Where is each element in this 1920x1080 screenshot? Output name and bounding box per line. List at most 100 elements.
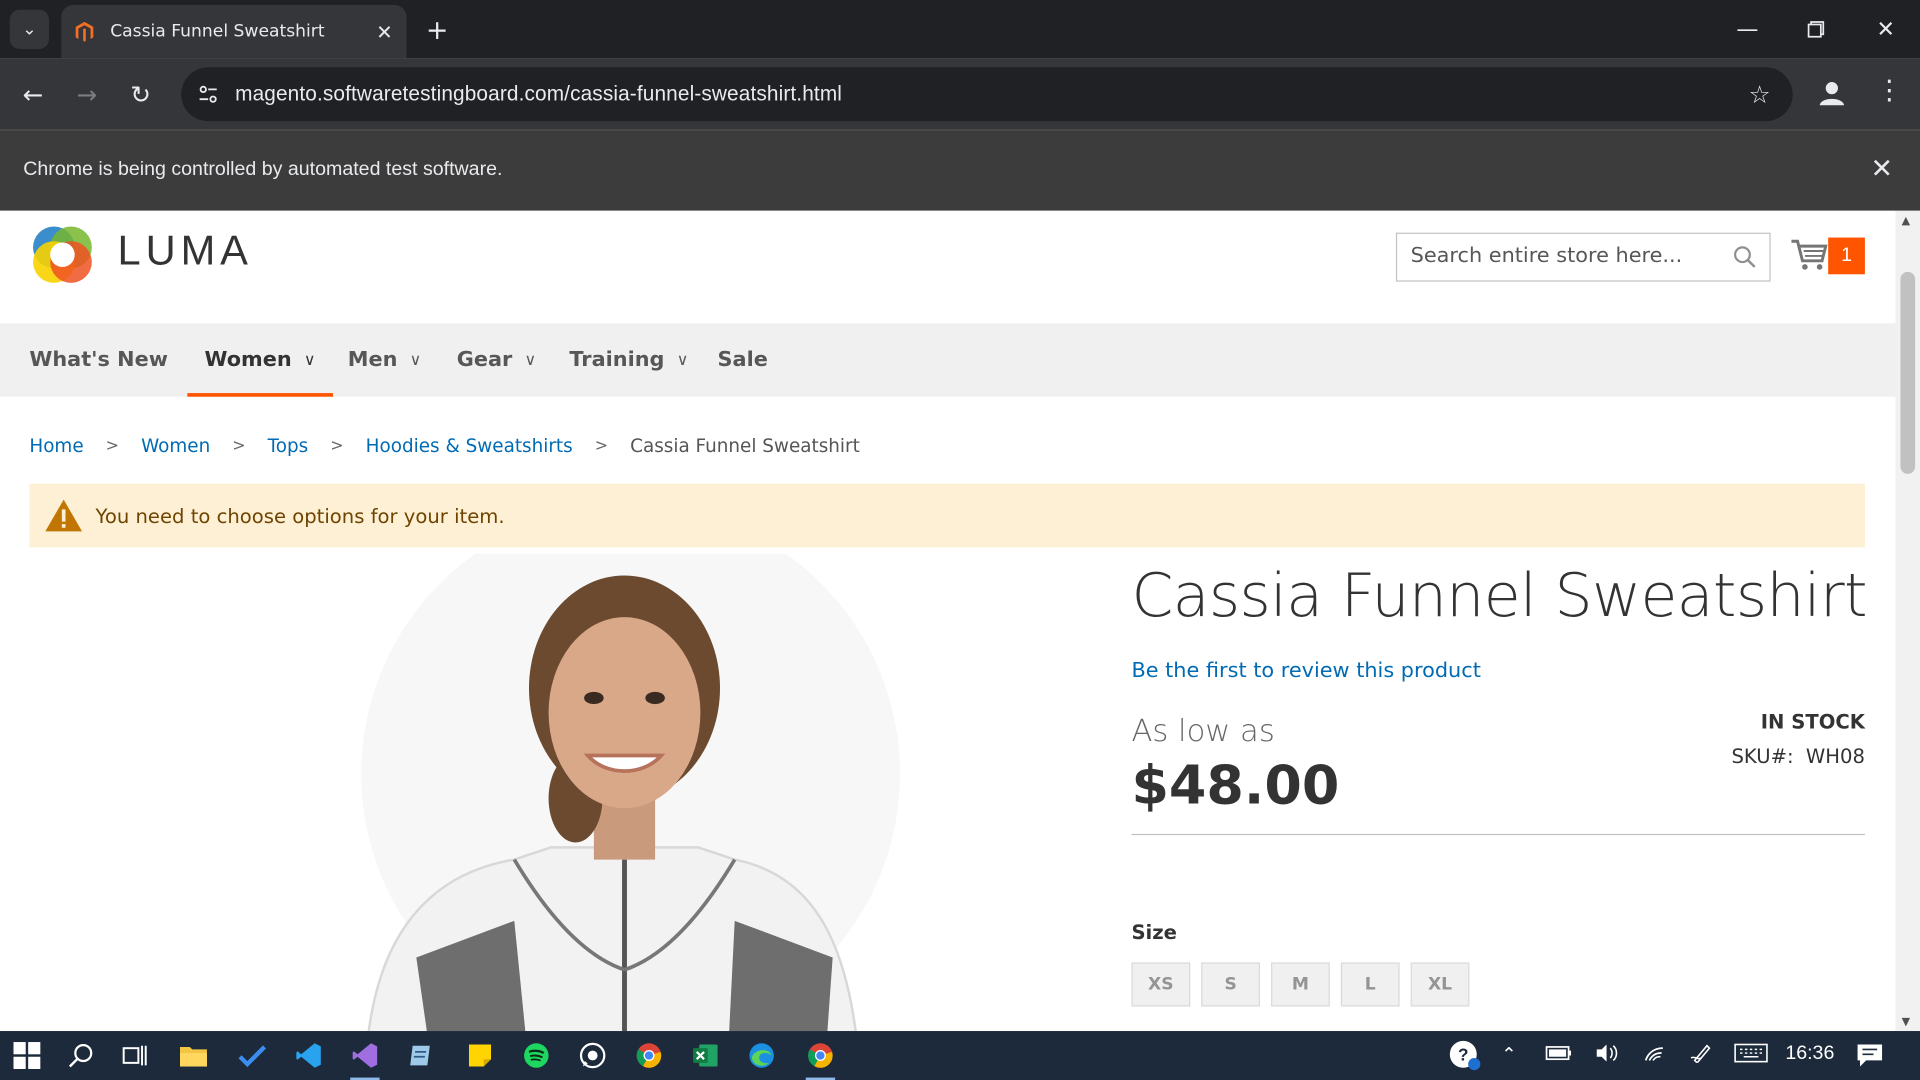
browser-tabstrip: ⌄ Cassia Funnel Sweatshirt ✕ + — ✕	[0, 0, 1920, 59]
size-label: Size	[1131, 920, 1177, 945]
profile-icon[interactable]	[1815, 76, 1849, 110]
sku-label: SKU#:	[1731, 744, 1794, 768]
page-viewport: LUMA 1 What's New Women ∨ M	[0, 210, 1896, 1032]
nav-item-sale[interactable]: Sale	[718, 323, 768, 396]
windows-taskbar: ? ⌃ 16:36	[0, 1031, 1920, 1080]
back-icon[interactable]: ←	[15, 76, 52, 113]
scrollbar-thumb[interactable]	[1900, 271, 1916, 474]
search-icon[interactable]	[64, 1038, 98, 1072]
svg-text:?: ?	[1458, 1044, 1468, 1064]
size-swatch-xs[interactable]: XS	[1131, 962, 1191, 1007]
notifications-icon[interactable]	[1856, 1043, 1883, 1072]
scroll-down-icon[interactable]: ▼	[1902, 1016, 1910, 1028]
sku-value: WH08	[1805, 744, 1865, 768]
nav-item-whats-new[interactable]: What's New	[29, 323, 168, 396]
nav-item-men[interactable]: Men ∨	[348, 323, 422, 396]
size-swatch-xl[interactable]: XL	[1410, 962, 1470, 1007]
show-hidden-icons-icon[interactable]: ⌃	[1501, 1043, 1516, 1065]
url-text[interactable]: magento.softwaretestingboard.com/cassia-…	[235, 82, 1749, 106]
size-swatches: XS S M L XL	[1131, 962, 1470, 1007]
chevron-right-icon: >	[330, 436, 344, 455]
notes-app-icon[interactable]	[404, 1038, 438, 1072]
battery-icon[interactable]	[1545, 1043, 1572, 1067]
chrome-menu-icon[interactable]: ⋮	[1876, 76, 1903, 110]
help-icon[interactable]: ?	[1447, 1038, 1481, 1072]
edge-icon[interactable]	[744, 1038, 778, 1072]
minimize-icon[interactable]: —	[1730, 12, 1764, 46]
chrome-icon[interactable]	[632, 1038, 666, 1072]
nav-item-label: What's New	[29, 347, 168, 373]
nav-item-label: Women	[204, 347, 292, 373]
product-sku: SKU#: WH08	[1732, 744, 1865, 767]
windows-start-icon[interactable]	[10, 1038, 44, 1072]
infobar-close-icon[interactable]: ✕	[1871, 154, 1894, 185]
bookmark-star-icon[interactable]: ☆	[1749, 80, 1771, 109]
tab-search-button[interactable]: ⌄	[9, 9, 49, 49]
product-image[interactable]	[331, 553, 919, 1032]
price-prefix: As low as	[1131, 712, 1275, 749]
excel-icon[interactable]	[688, 1038, 722, 1072]
chevron-right-icon: >	[232, 436, 246, 455]
breadcrumb-link-home[interactable]: Home	[29, 435, 83, 457]
visual-studio-icon[interactable]	[348, 1038, 382, 1080]
breadcrumb-link-tops[interactable]: Tops	[268, 435, 309, 457]
nav-item-women[interactable]: Women ∨	[187, 323, 333, 397]
chevron-down-icon: ∨	[524, 350, 537, 370]
infobar-message: Chrome is being controlled by automated …	[23, 159, 503, 181]
scroll-up-icon[interactable]: ▲	[1902, 216, 1910, 228]
size-swatch-s[interactable]: S	[1201, 962, 1261, 1007]
shopping-cart-icon[interactable]	[1790, 238, 1829, 272]
chevron-down-icon: ∨	[303, 350, 316, 370]
page-scrollbar[interactable]: ▲ ▼	[1895, 210, 1920, 1032]
reload-icon[interactable]: ↻	[122, 76, 159, 113]
nav-item-label: Training	[569, 347, 665, 373]
breadcrumb-link-women[interactable]: Women	[141, 435, 210, 457]
nav-item-gear[interactable]: Gear ∨	[457, 323, 536, 396]
todo-icon[interactable]	[235, 1038, 269, 1072]
breadcrumb-current: Cassia Funnel Sweatshirt	[630, 434, 860, 457]
nav-item-training[interactable]: Training ∨	[569, 323, 688, 396]
magento-favicon-icon	[75, 21, 94, 42]
browser-tab[interactable]: Cassia Funnel Sweatshirt ✕	[61, 4, 407, 59]
logo-text[interactable]: LUMA	[118, 228, 253, 276]
cart-count-badge[interactable]: 1	[1828, 237, 1865, 275]
tab-close-icon[interactable]: ✕	[372, 20, 396, 44]
warning-icon	[45, 499, 83, 532]
search-box	[1395, 232, 1771, 282]
address-bar[interactable]: magento.softwaretestingboard.com/cassia-…	[181, 67, 1793, 122]
file-explorer-icon[interactable]	[176, 1038, 210, 1072]
taskbar-clock[interactable]: 16:36	[1785, 1043, 1834, 1065]
search-icon[interactable]	[1733, 245, 1757, 269]
spotify-icon[interactable]	[519, 1038, 553, 1072]
restore-icon[interactable]	[1799, 12, 1833, 46]
size-swatch-l[interactable]: L	[1340, 962, 1400, 1007]
chevron-right-icon: >	[105, 436, 120, 455]
task-view-icon[interactable]	[118, 1038, 152, 1072]
nav-item-label: Men	[347, 347, 398, 373]
keyboard-icon[interactable]	[1734, 1043, 1768, 1067]
chrome-active-icon[interactable]	[803, 1038, 837, 1080]
browser-toolbar: ← → ↻ magento.softwaretestingboard.com/c…	[0, 58, 1920, 130]
sticky-notes-icon[interactable]	[463, 1038, 497, 1072]
product-price: $48.00	[1131, 754, 1340, 817]
search-input[interactable]	[1397, 233, 1717, 278]
luma-logo-icon[interactable]	[29, 220, 95, 286]
divider	[1131, 833, 1865, 836]
stock-status: IN STOCK	[1760, 710, 1865, 734]
nav-item-label: Sale	[717, 347, 768, 373]
review-link[interactable]: Be the first to review this product	[1131, 659, 1480, 683]
forward-icon[interactable]: →	[69, 76, 106, 113]
whatsapp-icon[interactable]	[576, 1038, 610, 1072]
close-window-icon[interactable]: ✕	[1869, 12, 1903, 46]
wifi-icon[interactable]	[1643, 1043, 1667, 1067]
product-title: Cassia Funnel Sweatshirt	[1131, 560, 1867, 631]
site-info-icon[interactable]	[196, 82, 220, 106]
breadcrumb-link-hoodies[interactable]: Hoodies & Sweatshirts	[366, 435, 573, 457]
chevron-down-icon: ∨	[676, 350, 689, 370]
warning-text: You need to choose options for your item…	[95, 503, 505, 528]
pen-icon[interactable]	[1690, 1043, 1714, 1067]
size-swatch-m[interactable]: M	[1271, 962, 1330, 1007]
volume-icon[interactable]	[1594, 1043, 1618, 1067]
new-tab-button[interactable]: +	[421, 15, 453, 47]
vscode-icon[interactable]	[291, 1038, 325, 1072]
